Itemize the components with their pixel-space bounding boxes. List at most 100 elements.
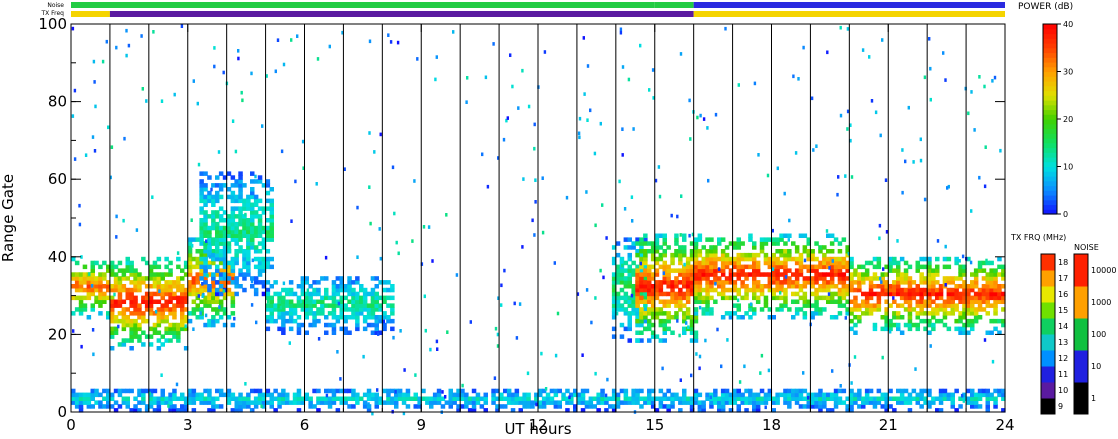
echo-cell bbox=[588, 396, 594, 401]
echo-cell bbox=[829, 249, 835, 254]
scatter-point bbox=[217, 150, 221, 154]
echo-cell bbox=[724, 260, 730, 266]
echo-cell bbox=[779, 272, 784, 277]
echo-cell bbox=[973, 280, 979, 285]
echo-cell bbox=[623, 295, 629, 301]
scatter-point bbox=[72, 329, 75, 333]
echo-cell bbox=[432, 400, 438, 405]
echo-cell bbox=[362, 326, 368, 332]
scatter-point bbox=[160, 373, 163, 377]
echo-cell bbox=[207, 322, 212, 328]
echo-cell bbox=[226, 400, 232, 405]
echo-cell bbox=[565, 388, 570, 394]
echo-cell bbox=[802, 245, 808, 250]
echo-cell bbox=[156, 272, 162, 277]
noise-colorbar-tick-label: 10 bbox=[1091, 362, 1101, 371]
echo-cell bbox=[724, 256, 730, 262]
echo-cell bbox=[160, 311, 165, 316]
scatter-point bbox=[946, 186, 949, 190]
echo-cell bbox=[849, 280, 854, 285]
echo-cell bbox=[522, 396, 527, 401]
echo-cell bbox=[257, 400, 263, 405]
echo-cell bbox=[191, 311, 197, 316]
echo-cell bbox=[506, 392, 512, 398]
scatter-point bbox=[533, 122, 536, 127]
echo-cell bbox=[666, 264, 671, 270]
echo-cell bbox=[269, 221, 274, 227]
echo-cell bbox=[557, 400, 562, 405]
echo-cell bbox=[234, 183, 239, 188]
echo-cell bbox=[946, 326, 952, 332]
echo-cell bbox=[347, 330, 352, 335]
echo-cell bbox=[880, 284, 885, 289]
echo-cell bbox=[296, 392, 302, 398]
echo-cell bbox=[989, 396, 994, 401]
echo-cell bbox=[304, 315, 309, 320]
echo-cell bbox=[491, 388, 496, 394]
echo-cell bbox=[938, 318, 944, 324]
echo-cell bbox=[647, 291, 652, 297]
scatter-point bbox=[434, 77, 437, 82]
echo-cell bbox=[927, 295, 932, 301]
echo-cell bbox=[308, 303, 313, 308]
echo-cell bbox=[355, 295, 360, 301]
scatter-point bbox=[71, 114, 75, 118]
echo-cell bbox=[647, 400, 652, 405]
echo-cell bbox=[343, 330, 348, 335]
echo-cell bbox=[218, 284, 224, 289]
echo-cell bbox=[211, 256, 216, 262]
echo-cell bbox=[623, 307, 629, 312]
echo-cell bbox=[615, 400, 621, 405]
scatter-point bbox=[382, 319, 385, 324]
scatter-point bbox=[123, 136, 126, 141]
echo-cell bbox=[211, 322, 216, 328]
echo-cell bbox=[195, 256, 200, 262]
echo-cell bbox=[662, 404, 667, 409]
echo-cell bbox=[748, 392, 753, 398]
echo-cell bbox=[732, 260, 738, 266]
echo-cell bbox=[74, 392, 80, 398]
echo-cell bbox=[335, 291, 341, 297]
echo-cell bbox=[740, 315, 745, 320]
echo-cell bbox=[390, 303, 395, 308]
echo-cell bbox=[129, 287, 134, 293]
echo-cell bbox=[191, 400, 197, 405]
echo-cell bbox=[829, 315, 835, 320]
echo-cell bbox=[818, 264, 823, 270]
echo-cell bbox=[234, 179, 239, 184]
power-colorbar-cell bbox=[1043, 52, 1057, 58]
echo-cell bbox=[580, 396, 586, 401]
echo-cell bbox=[218, 272, 224, 277]
echo-cell bbox=[810, 303, 815, 308]
echo-cell bbox=[713, 396, 718, 401]
echo-cell bbox=[203, 194, 208, 200]
echo-cell bbox=[164, 256, 169, 262]
scatter-point bbox=[621, 127, 624, 131]
echo-cell bbox=[787, 249, 792, 254]
scatter-point bbox=[788, 218, 791, 223]
scatter-point bbox=[619, 27, 623, 32]
echo-cell bbox=[226, 315, 232, 320]
txfreq-colorbar-tick-label: 10 bbox=[1058, 386, 1068, 395]
echo-cell bbox=[759, 272, 765, 277]
txfreq-colorbar-cell bbox=[1041, 286, 1055, 303]
echo-cell bbox=[109, 330, 115, 335]
echo-cell bbox=[160, 318, 165, 324]
echo-cell bbox=[864, 392, 870, 398]
echo-cell bbox=[164, 291, 169, 297]
scatter-point bbox=[944, 283, 947, 287]
echo-cell bbox=[102, 299, 107, 304]
echo-cell bbox=[320, 303, 325, 308]
echo-cell bbox=[359, 311, 364, 316]
scatter-point bbox=[802, 45, 805, 50]
scatter-point bbox=[676, 214, 679, 219]
echo-cell bbox=[152, 284, 158, 289]
echo-cell bbox=[919, 295, 924, 301]
echo-cell bbox=[802, 404, 808, 409]
echo-cell bbox=[977, 299, 983, 304]
echo-cell bbox=[775, 307, 780, 312]
echo-cell bbox=[682, 295, 687, 301]
echo-cell bbox=[814, 287, 819, 293]
echo-cell bbox=[82, 392, 88, 398]
echo-cell bbox=[849, 388, 854, 394]
